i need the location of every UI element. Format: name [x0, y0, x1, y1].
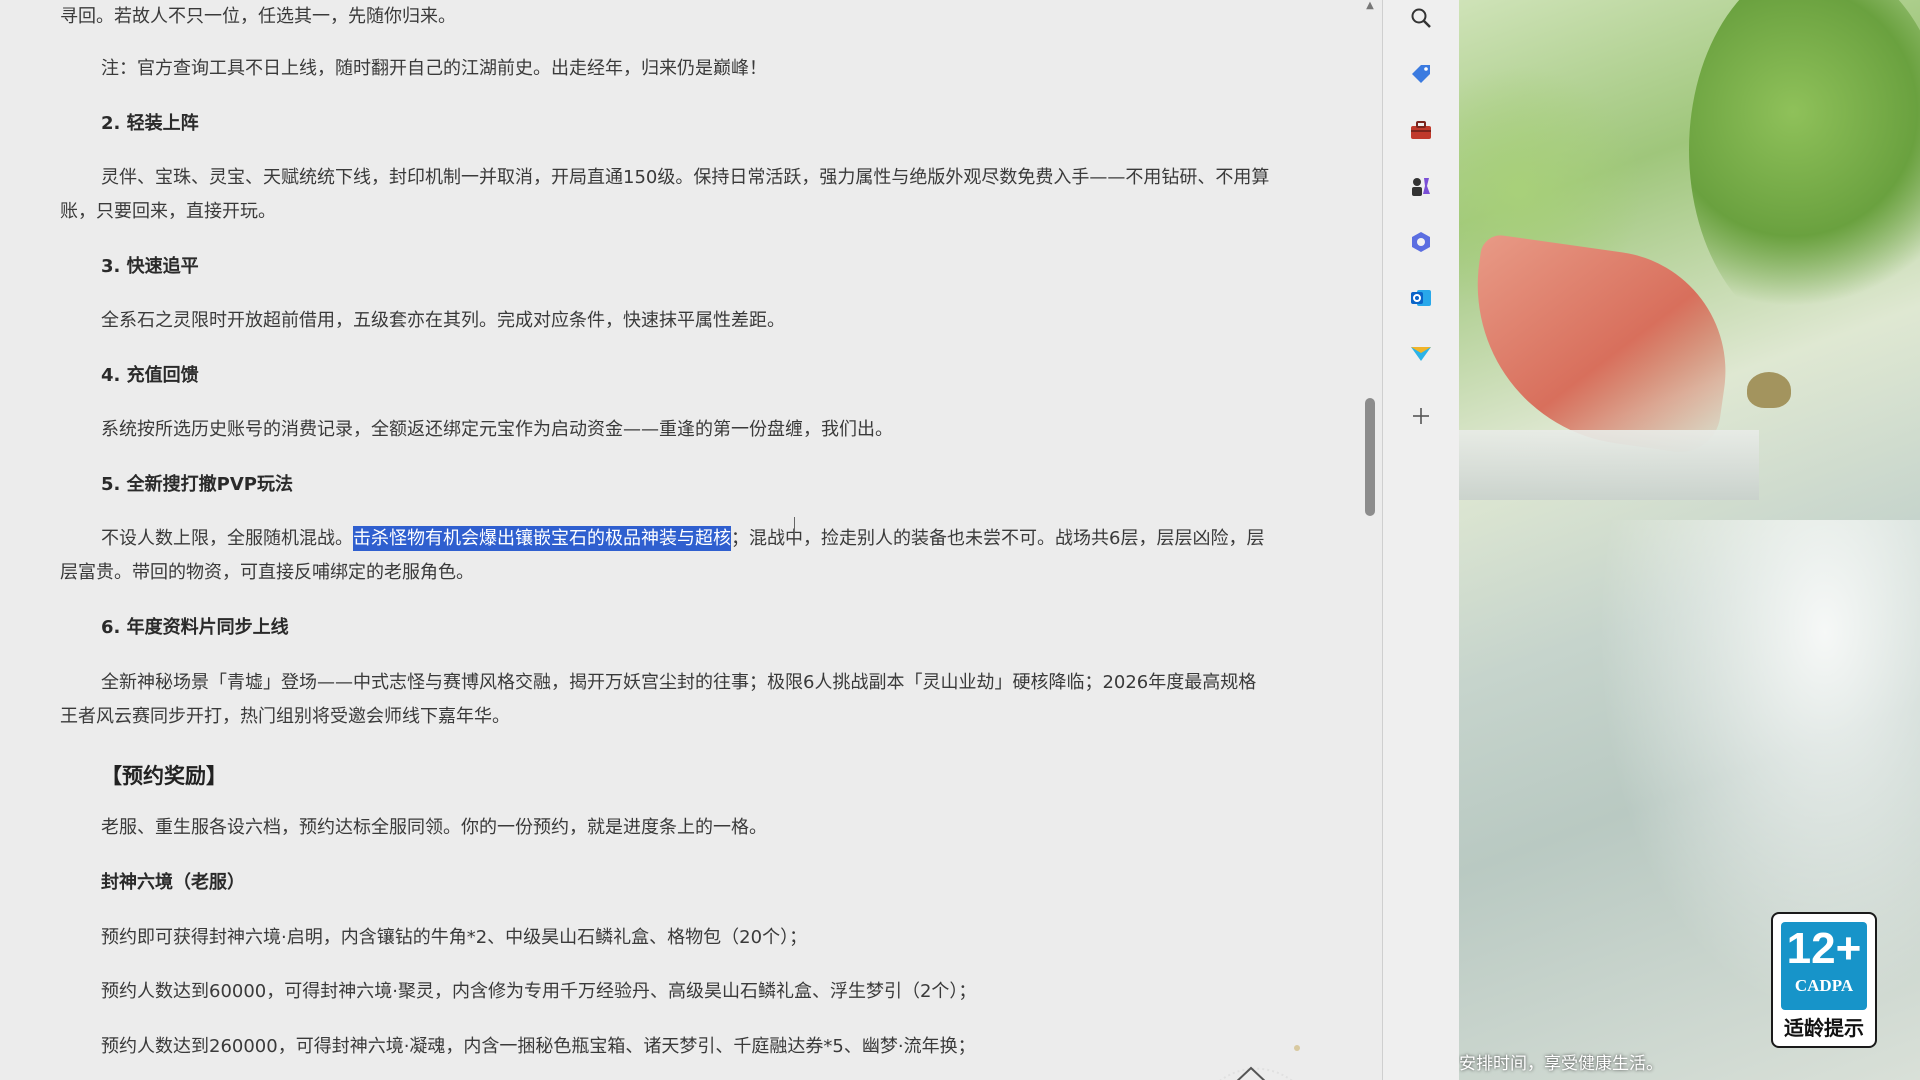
- health-notice: 安排时间，享受健康生活。: [1459, 1054, 1663, 1074]
- add-icon[interactable]: [1407, 402, 1435, 430]
- artwork-red-cloth: [1459, 232, 1741, 458]
- paragraph-light-equip: 灵伴、宝珠、灵宝、天赋统统下线，封印机制一并取消，开局直通150级。保持日常活跃…: [60, 167, 1270, 222]
- paragraph-recharge: 系统按所选历史账号的消费记录，全额返还绑定元宝作为启动资金——重逢的第一份盘缠，…: [101, 419, 893, 440]
- reward-tier-2: 预约人数达到60000，可得封神六境·聚灵，内含修为专用千万经验丹、高级昊山石鳞…: [101, 981, 977, 1002]
- paragraph-expansion: 全新神秘场景「青墟」登场——中式志怪与赛博风格交融，揭开万妖宫尘封的往事；极限6…: [60, 672, 1257, 727]
- artwork-railing: [1459, 430, 1759, 500]
- scrollbar-thumb[interactable]: [1365, 398, 1375, 516]
- article-content: 寻回。若故人不只一位，任选其一，先随你归来。 注：官方查询工具不日上线，随时翻开…: [0, 0, 1370, 1080]
- chess-icon[interactable]: [1407, 172, 1435, 200]
- scrollbar-track[interactable]: [1362, 0, 1378, 1080]
- selected-text[interactable]: 击杀怪物有机会爆出镶嵌宝石的极品神装与超核: [353, 526, 731, 551]
- outlook-icon[interactable]: [1407, 284, 1435, 312]
- heading-recharge: 4. 充值回馈: [101, 365, 199, 386]
- heading-catch-up: 3. 快速追平: [101, 256, 199, 277]
- tag-icon[interactable]: [1407, 60, 1435, 88]
- age-rating-badge: 12+ CADPA 适龄提示: [1771, 912, 1877, 1048]
- age-rating-org: CADPA: [1794, 976, 1854, 995]
- copilot-icon[interactable]: [1407, 228, 1435, 256]
- chevron-up-icon: [1219, 1045, 1300, 1080]
- heading-expansion: 6. 年度资料片同步上线: [101, 617, 289, 638]
- paragraph-pvp[interactable]: 不设人数上限，全服随机混战。击杀怪物有机会爆出镶嵌宝石的极品神装与超核；混战中，…: [60, 522, 1270, 590]
- age-rating-label: 适龄提示: [1784, 1016, 1864, 1040]
- reward-tier-3: 预约人数达到260000，可得封神六境·凝魂，内含一捆秘色瓶宝箱、诸天梦引、千庭…: [101, 1036, 976, 1057]
- paragraph-catch-up: 全系石之灵限时开放超前借用，五级套亦在其列。完成对应条件，快速抹平属性差距。: [101, 310, 785, 331]
- heading-pvp: 5. 全新搜打撤PVP玩法: [101, 474, 293, 495]
- section-title-rewards: 【预约奖励】: [101, 764, 227, 788]
- pvp-text-before: 不设人数上限，全服随机混战。: [101, 528, 353, 549]
- age-rating-value: 12+: [1786, 924, 1862, 973]
- age-rating-panel: 12+ CADPA: [1781, 922, 1867, 1010]
- reward-tier-1: 预约即可获得封神六境·启明，内含镶钻的牛角*2、中级昊山石鳞礼盒、格物包（20个…: [101, 927, 808, 948]
- scroll-up-arrow-icon[interactable]: ▲: [1362, 0, 1378, 12]
- heading-fengshen: 封神六境（老服）: [101, 872, 245, 893]
- text-cursor: [794, 517, 795, 537]
- paragraph-note: 注：官方查询工具不日上线，随时翻开自己的江湖前史。出走经年，归来仍是巅峰！: [101, 58, 767, 79]
- artwork-foliage-right: [1689, 0, 1920, 340]
- browser-sidebar: [1383, 0, 1459, 1080]
- send-icon[interactable]: [1407, 340, 1435, 368]
- toolbox-icon[interactable]: [1407, 116, 1435, 144]
- artwork-frog: [1747, 372, 1791, 408]
- back-to-top-button[interactable]: [1196, 1028, 1316, 1080]
- heading-light-equip: 2. 轻装上阵: [101, 113, 199, 134]
- paragraph-rewards: 老服、重生服各设六档，预约达标全服同领。你的一份预约，就是进度条上的一格。: [101, 817, 767, 838]
- search-icon[interactable]: [1407, 4, 1435, 32]
- paragraph-fragment: 寻回。若故人不只一位，任选其一，先随你归来。: [60, 6, 456, 27]
